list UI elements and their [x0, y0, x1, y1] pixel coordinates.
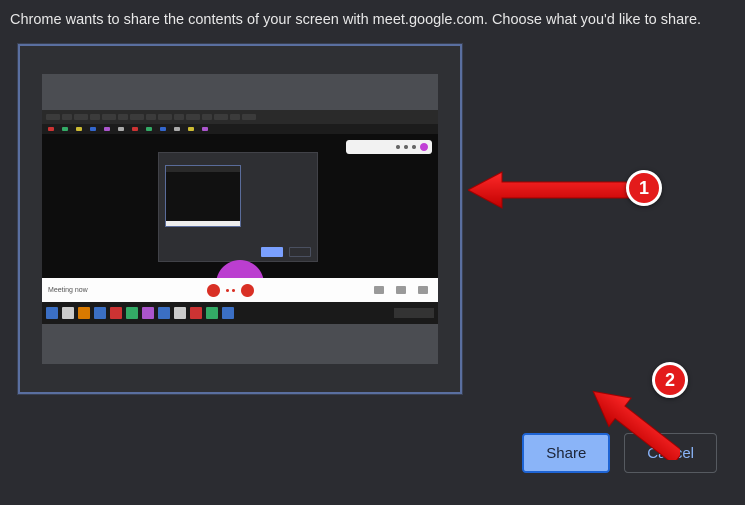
preview-page-content: Meeting now	[42, 134, 438, 324]
preview-windows-taskbar	[42, 302, 438, 324]
annotation-arrow-1	[468, 168, 630, 212]
annotation-arrow-2	[590, 388, 680, 460]
preview-nested-share-dialog	[158, 152, 318, 262]
screen-preview: Meeting now	[42, 74, 438, 364]
preview-letterbox-top	[42, 74, 438, 110]
preview-browser-tabs	[42, 110, 438, 124]
preview-meet-toolbar: Meeting now	[42, 278, 438, 302]
annotation-callout-2: 2	[652, 362, 688, 398]
preview-floating-pill	[346, 140, 432, 154]
screen-thumbnail-option[interactable]: Meeting now	[18, 44, 462, 394]
annotation-number-2: 2	[665, 370, 675, 391]
annotation-number-1: 1	[639, 178, 649, 199]
annotation-callout-1: 1	[626, 170, 662, 206]
preview-bookmarks-bar	[42, 124, 438, 134]
preview-meet-label: Meeting now	[48, 287, 88, 294]
share-prompt-text: Chrome wants to share the contents of yo…	[10, 10, 701, 30]
preview-letterbox-bottom	[42, 324, 438, 364]
